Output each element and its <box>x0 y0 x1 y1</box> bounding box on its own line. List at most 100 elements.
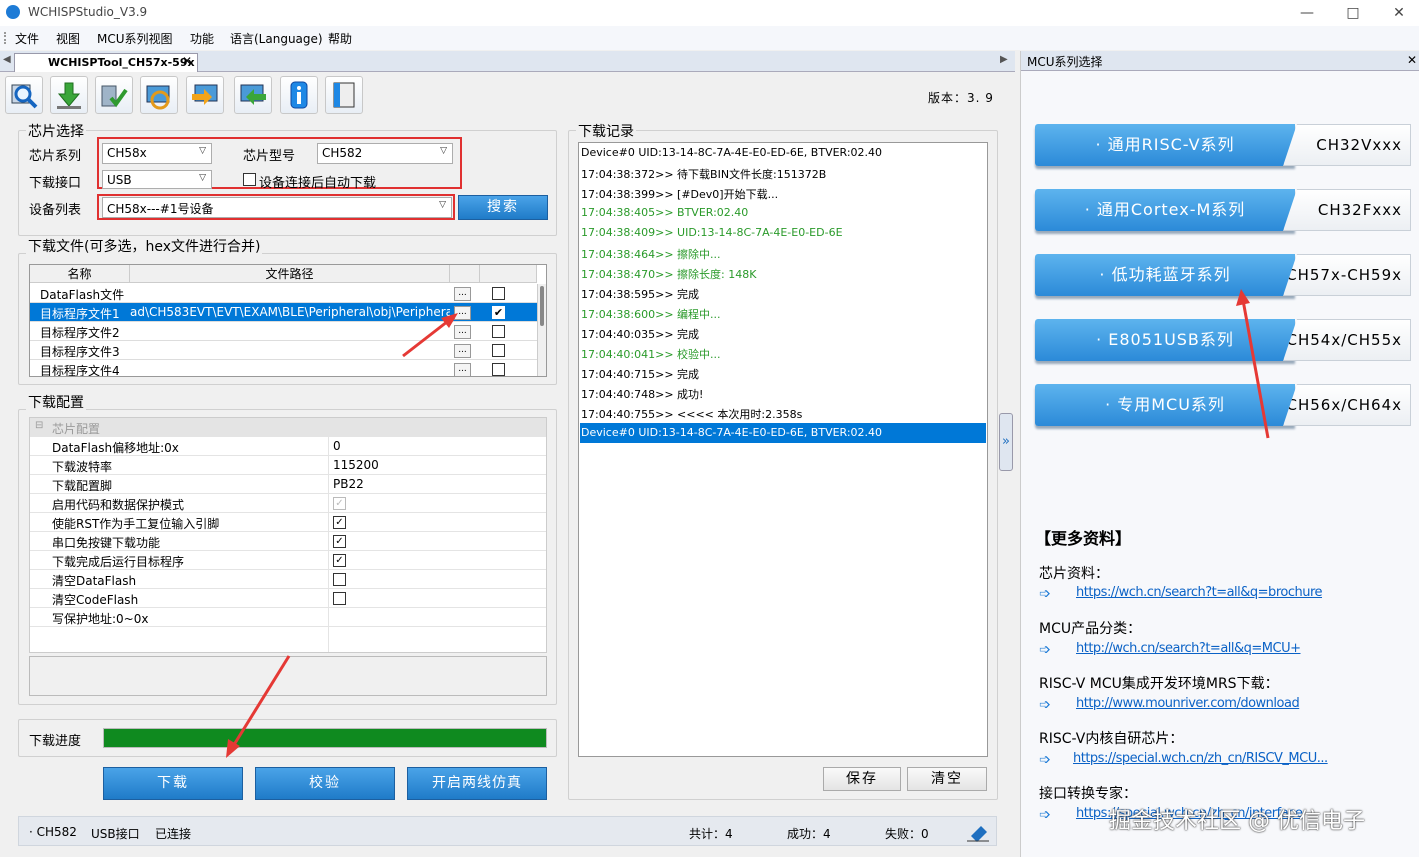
log-list[interactable]: Device#0 UID:13-14-8C-7A-4E-E0-ED-6E, BT… <box>578 142 988 757</box>
config-section-header[interactable]: ⊟ 芯片配置 <box>30 418 546 437</box>
config-row[interactable]: 串口免按键下载功能 ✓ <box>30 532 546 551</box>
config-row[interactable]: 下载配置脚 PB22 <box>30 475 546 494</box>
close-window-button[interactable]: ✕ <box>1384 2 1414 24</box>
log-line[interactable]: 17:04:38:405>> BTVER:02.40 <box>580 203 986 223</box>
config-row[interactable]: 使能RST作为手工复位输入引脚 ✓ <box>30 513 546 532</box>
log-line[interactable]: 17:04:38:595>> 完成 <box>580 283 986 303</box>
config-value[interactable]: 0 <box>328 437 546 456</box>
file-row[interactable]: 目标程序文件3... <box>30 341 537 360</box>
download-button[interactable] <box>50 76 88 114</box>
log-line[interactable]: 17:04:38:399>> [#Dev0]开始下载... <box>580 183 986 203</box>
refresh-button[interactable] <box>140 76 178 114</box>
tab-wchisptool[interactable]: WCHISPTool_CH57x-59x <box>14 53 198 72</box>
log-line[interactable]: 17:04:38:372>> 待下载BIN文件长度:151372B <box>580 163 986 183</box>
file-row[interactable]: DataFlash文件... <box>30 284 537 303</box>
series-e8051[interactable]: · E8051USB系列 CH54x/CH55x <box>1035 319 1411 365</box>
save-log-button[interactable]: 保存 <box>823 767 901 791</box>
menu-view[interactable]: 视图 <box>56 30 80 47</box>
file-checkbox[interactable] <box>492 325 505 338</box>
verify-button[interactable]: 校验 <box>255 767 395 800</box>
config-value[interactable]: PB22 <box>328 475 546 494</box>
log-line[interactable]: 17:04:38:600>> 编程中... <box>580 303 986 323</box>
log-line[interactable]: Device#0 UID:13-14-8C-7A-4E-E0-ED-6E, BT… <box>580 143 986 163</box>
search-chip-button[interactable] <box>5 76 43 114</box>
config-value[interactable] <box>328 608 546 627</box>
series-ble[interactable]: · 低功耗蓝牙系列 CH57x-CH59x <box>1035 254 1411 300</box>
config-checkbox[interactable]: ✓ <box>333 554 346 567</box>
menu-file[interactable]: 文件 <box>15 30 39 47</box>
file-row[interactable]: 目标程序文件1 ad\CH583EVT\EVT\EXAM\BLE\Peripher… <box>30 303 537 322</box>
config-row[interactable]: 写保护地址:0~0x <box>30 608 546 627</box>
menu-language[interactable]: 语言(Language) <box>230 30 323 47</box>
search-button[interactable]: 搜索 <box>458 195 548 220</box>
tab-scroll-left-icon[interactable]: ◀ <box>3 54 11 65</box>
config-row[interactable]: DataFlash偏移地址:0x 0 <box>30 437 546 456</box>
log-line[interactable]: 17:04:38:470>> 擦除长度: 148K <box>580 263 986 283</box>
menu-mcu-view[interactable]: MCU系列视图 <box>97 30 173 47</box>
two-wire-debug-button[interactable]: 开启两线仿真 <box>407 767 547 800</box>
maximize-button[interactable]: □ <box>1338 2 1368 24</box>
chip-model-select[interactable]: CH582 ▽ <box>317 143 453 164</box>
tab-close-icon[interactable]: ✕ <box>182 54 192 68</box>
collapse-icon[interactable]: ⊟ <box>35 420 43 431</box>
log-line[interactable]: 17:04:40:041>> 校验中... <box>580 343 986 363</box>
file-checkbox[interactable] <box>492 363 505 376</box>
panel-expand-handle[interactable]: » <box>999 413 1013 471</box>
browse-button[interactable]: ... <box>454 344 471 358</box>
menu-function[interactable]: 功能 <box>190 30 214 47</box>
log-line[interactable]: 17:04:40:755>> <<<< 本次用时:2.358s <box>580 403 986 423</box>
device-list-select[interactable]: CH58x---#1号设备 ▽ <box>102 197 452 218</box>
export-button[interactable] <box>186 76 224 114</box>
file-row[interactable]: 目标程序文件4... <box>30 360 537 376</box>
config-checkbox[interactable] <box>333 573 346 586</box>
config-row[interactable]: 下载完成后运行目标程序 ✓ <box>30 551 546 570</box>
import-button[interactable] <box>234 76 272 114</box>
eraser-icon[interactable] <box>967 822 989 842</box>
config-value[interactable]: 115200 <box>328 456 546 475</box>
log-line[interactable]: 17:04:40:715>> 完成 <box>580 363 986 383</box>
browse-button[interactable]: ... <box>454 363 471 376</box>
riscv-chip-link[interactable]: https://special.wch.cn/zh_cn/RISCV_MCU..… <box>1073 751 1328 766</box>
log-line[interactable]: 17:04:38:409>> UID:13-14-8C-7A-4E-E0-ED-… <box>580 223 986 243</box>
link-label: 接口转换专家： <box>1039 786 1137 802</box>
mrs-download-link[interactable]: http://www.mounriver.com/download <box>1076 696 1300 711</box>
config-checkbox[interactable] <box>333 592 346 605</box>
manual-button[interactable] <box>325 76 363 114</box>
file-checkbox[interactable]: ✔ <box>492 306 505 319</box>
log-line[interactable]: Device#0 UID:13-14-8C-7A-4E-E0-ED-6E, BT… <box>580 423 986 443</box>
config-row[interactable]: 启用代码和数据保护模式 ✓ <box>30 494 546 513</box>
download-port-select[interactable]: USB ▽ <box>102 170 212 189</box>
log-line[interactable]: 17:04:38:464>> 擦除中... <box>580 243 986 263</box>
file-grid-scrollbar[interactable] <box>537 284 546 376</box>
log-line[interactable]: 17:04:40:748>> 成功! <box>580 383 986 403</box>
info-button[interactable] <box>280 76 318 114</box>
series-special[interactable]: · 专用MCU系列 CH56x/CH64x <box>1035 384 1411 430</box>
browse-button[interactable]: ... <box>454 287 471 301</box>
file-row[interactable]: 目标程序文件2... <box>30 322 537 341</box>
download-action-button[interactable]: 下载 <box>103 767 243 800</box>
file-checkbox[interactable] <box>492 287 505 300</box>
auto-download-checkbox[interactable] <box>243 173 256 186</box>
scrollbar-thumb[interactable] <box>540 286 544 326</box>
chip-series-select[interactable]: CH58x ▽ <box>102 143 212 164</box>
series-risc-v[interactable]: · 通用RISC-V系列 CH32Vxxx <box>1035 124 1411 170</box>
menu-help[interactable]: 帮助 <box>328 30 352 47</box>
mcu-products-link[interactable]: http://wch.cn/search?t=all&q=MCU+ <box>1076 641 1301 656</box>
minimize-button[interactable]: — <box>1292 2 1322 24</box>
file-checkbox[interactable] <box>492 344 505 357</box>
series-cortex-m[interactable]: · 通用Cortex-M系列 CH32Fxxx <box>1035 189 1411 235</box>
brochure-link[interactable]: https://wch.cn/search?t=all&q=brochure <box>1076 585 1323 600</box>
config-name: 下载配置脚 <box>52 479 113 493</box>
config-row[interactable]: 清空CodeFlash <box>30 589 546 608</box>
usb-check-button[interactable] <box>95 76 133 114</box>
browse-button[interactable]: ... <box>454 325 471 339</box>
clear-log-button[interactable]: 清空 <box>907 767 987 791</box>
config-checkbox[interactable]: ✓ <box>333 516 346 529</box>
browse-button[interactable]: ... <box>454 306 471 320</box>
config-row[interactable]: 清空DataFlash <box>30 570 546 589</box>
tab-scroll-right-icon[interactable]: ▶ <box>1000 54 1008 65</box>
panel-close-icon[interactable]: ✕ <box>1407 53 1417 67</box>
config-row[interactable]: 下载波特率 115200 <box>30 456 546 475</box>
log-line[interactable]: 17:04:40:035>> 完成 <box>580 323 986 343</box>
config-checkbox[interactable]: ✓ <box>333 535 346 548</box>
